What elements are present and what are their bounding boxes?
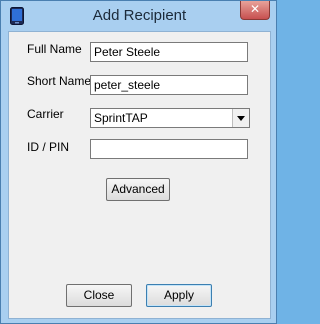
short-name-label: Short Name bbox=[27, 74, 92, 88]
full-name-input[interactable]: Peter Steele bbox=[90, 42, 248, 62]
short-name-input[interactable]: peter_steele bbox=[90, 75, 248, 95]
carrier-selected-value: SprintTAP bbox=[94, 111, 148, 125]
close-button[interactable]: Close bbox=[66, 284, 132, 307]
title-bar[interactable]: Add Recipient ✕ bbox=[1, 1, 276, 31]
carrier-label: Carrier bbox=[27, 107, 64, 121]
dialog-content: Full Name Peter Steele Short Name peter_… bbox=[8, 31, 271, 319]
id-pin-input[interactable] bbox=[90, 139, 248, 159]
advanced-button[interactable]: Advanced bbox=[106, 178, 170, 201]
chevron-down-icon[interactable] bbox=[232, 109, 249, 127]
carrier-select[interactable]: SprintTAP bbox=[90, 108, 250, 128]
full-name-label: Full Name bbox=[27, 42, 82, 56]
window-title: Add Recipient bbox=[92, 7, 187, 24]
close-window-button[interactable]: ✕ bbox=[240, 1, 270, 20]
id-pin-label: ID / PIN bbox=[27, 140, 70, 154]
apply-button[interactable]: Apply bbox=[146, 284, 212, 307]
add-recipient-dialog: Add Recipient ✕ Full Name Peter Steele S… bbox=[0, 0, 277, 324]
